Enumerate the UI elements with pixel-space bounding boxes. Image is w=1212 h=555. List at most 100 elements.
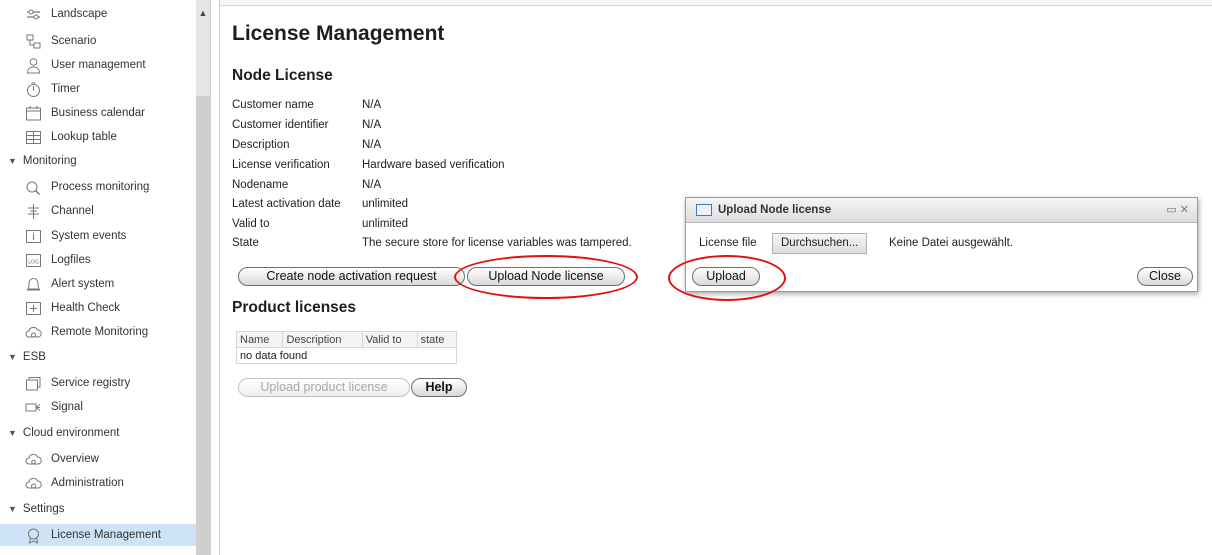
sidebar-item-signal[interactable]: Signal	[0, 396, 196, 418]
sidebar-item-label: Health Check	[51, 302, 121, 314]
field-value: unlimited	[362, 198, 409, 210]
top-border	[220, 0, 1212, 6]
bell-icon	[25, 276, 42, 293]
sidebar-group-settings[interactable]: ▼ Settings	[0, 498, 196, 520]
sidebar-group-cloud-environment[interactable]: ▼ Cloud environment	[0, 422, 196, 444]
field-label: License verification	[232, 159, 330, 171]
sidebar-group-monitoring[interactable]: ▼ Monitoring	[0, 150, 196, 172]
table-header-row: Name Description Valid to state	[235, 331, 458, 348]
service-registry-icon	[25, 375, 42, 392]
cloud-gear-icon	[25, 475, 42, 492]
table-row: no data found	[236, 347, 457, 364]
field-label: State	[232, 237, 259, 249]
sidebar-item-label: Landscape	[51, 8, 108, 20]
log-icon: LOG	[25, 252, 42, 269]
page-title: License Management	[232, 22, 445, 45]
sidebar-group-label: Monitoring	[22, 155, 77, 167]
sidebar-item-alert-system[interactable]: Alert system	[0, 273, 196, 295]
dialog-title: Upload Node license	[718, 204, 832, 216]
sidebar-group-label: Cloud environment	[22, 427, 120, 439]
svg-text:LOG: LOG	[28, 259, 39, 265]
sidebar-item-label: Logfiles	[51, 254, 91, 266]
upload-button[interactable]: Upload	[692, 267, 760, 286]
sidebar-item-logfiles[interactable]: LOG Logfiles	[0, 249, 196, 271]
node-license-heading: Node License	[232, 67, 333, 84]
state-value: The secure store for license variables w…	[362, 237, 632, 249]
sidebar-item-label: Lookup table	[51, 131, 117, 143]
scroll-up-arrow-icon[interactable]: ▲	[196, 6, 210, 20]
info-icon	[25, 228, 42, 245]
field-label: Latest activation date	[232, 198, 341, 210]
sidebar-item-label: Timer	[51, 83, 80, 95]
process-monitoring-icon	[25, 179, 42, 196]
sidebar-item-label: Signal	[51, 401, 83, 413]
field-label: Valid to	[232, 218, 270, 230]
close-button[interactable]: Close	[1137, 267, 1193, 286]
field-label: Description	[232, 139, 290, 151]
column-header-description[interactable]: Description	[282, 331, 363, 348]
field-label: Customer name	[232, 99, 314, 111]
sidebar-scrollbar-thumb[interactable]	[196, 96, 210, 555]
upload-product-license-button[interactable]: Upload product license	[238, 378, 410, 397]
license-file-label: License file	[699, 237, 757, 249]
field-value: N/A	[362, 139, 382, 151]
sidebar-item-timer[interactable]: Timer	[0, 78, 196, 100]
scenario-icon	[25, 33, 42, 50]
sidebar-item-label: Scenario	[51, 35, 97, 47]
sidebar-item-label: License Management	[51, 529, 161, 541]
upload-node-license-dialog: Upload Node license ▭ ✕ License file Dur…	[685, 197, 1198, 292]
field-value: Hardware based verification	[362, 159, 505, 171]
empty-table-message: no data found	[236, 347, 457, 364]
column-header-name[interactable]: Name	[235, 331, 284, 348]
collapse-triangle-icon: ▼	[8, 428, 17, 438]
help-button[interactable]: Help	[411, 378, 467, 397]
sidebar-group-esb[interactable]: ▼ ESB	[0, 346, 196, 368]
sidebar-item-label: Process monitoring	[51, 181, 150, 193]
sidebar-item-label: Overview	[51, 453, 99, 465]
sidebar-item-label: Service registry	[51, 377, 131, 389]
sidebar-item-label: System events	[51, 230, 127, 242]
upload-node-license-button[interactable]: Upload Node license	[467, 267, 625, 286]
sidebar-item-administration[interactable]: Administration	[0, 472, 196, 494]
sidebar-group-label: Settings	[22, 503, 65, 515]
sidebar-group-label: ESB	[22, 351, 46, 363]
sidebar-item-scenario[interactable]: Scenario	[0, 30, 196, 52]
sidebar-item-label: Alert system	[51, 278, 115, 290]
license-icon	[25, 527, 42, 544]
sidebar-item-channel[interactable]: Channel	[0, 200, 196, 222]
sidebar-item-label: Remote Monitoring	[51, 326, 149, 338]
collapse-triangle-icon: ▼	[8, 504, 17, 514]
window-controls-icon[interactable]: ▭ ✕	[1166, 203, 1189, 216]
column-header-state[interactable]: state	[416, 331, 458, 348]
sidebar-item-user-management[interactable]: User management	[0, 54, 196, 76]
sidebar-item-business-calendar[interactable]: Business calendar	[0, 102, 196, 124]
sidebar-item-service-registry[interactable]: Service registry	[0, 372, 196, 394]
channel-icon	[25, 203, 42, 220]
cloud-overview-icon	[25, 451, 42, 468]
sidebar-item-license-management[interactable]: License Management	[0, 524, 196, 546]
collapse-triangle-icon: ▼	[8, 156, 17, 166]
split-pane-divider[interactable]	[210, 0, 220, 555]
signal-icon	[25, 399, 42, 416]
product-licenses-table: Name Description Valid to state no data …	[235, 331, 458, 364]
create-activation-request-button[interactable]: Create node activation request	[238, 267, 465, 286]
field-label: Nodename	[232, 179, 289, 191]
browse-button[interactable]: Durchsuchen...	[772, 233, 868, 254]
field-value: unlimited	[362, 218, 409, 230]
sidebar-item-process-monitoring[interactable]: Process monitoring	[0, 176, 196, 198]
column-header-valid-to[interactable]: Valid to	[361, 331, 418, 348]
sidebar-item-health-check[interactable]: Health Check	[0, 297, 196, 319]
sidebar-item-overview[interactable]: Overview	[0, 448, 196, 470]
dialog-titlebar[interactable]: Upload Node license ▭ ✕	[686, 198, 1197, 223]
landscape-icon	[25, 6, 42, 23]
collapse-triangle-icon: ▼	[8, 352, 17, 362]
sidebar-item-remote-monitoring[interactable]: Remote Monitoring	[0, 321, 196, 343]
sidebar-item-landscape[interactable]: Landscape	[0, 3, 196, 25]
sidebar-item-lookup-table[interactable]: Lookup table	[0, 126, 196, 148]
sidebar-item-label: Channel	[51, 205, 94, 217]
sidebar-item-label: Administration	[51, 477, 124, 489]
sidebar-item-system-events[interactable]: System events	[0, 225, 196, 247]
field-value: N/A	[362, 119, 382, 131]
timer-icon	[25, 81, 42, 98]
window-icon	[696, 204, 712, 216]
